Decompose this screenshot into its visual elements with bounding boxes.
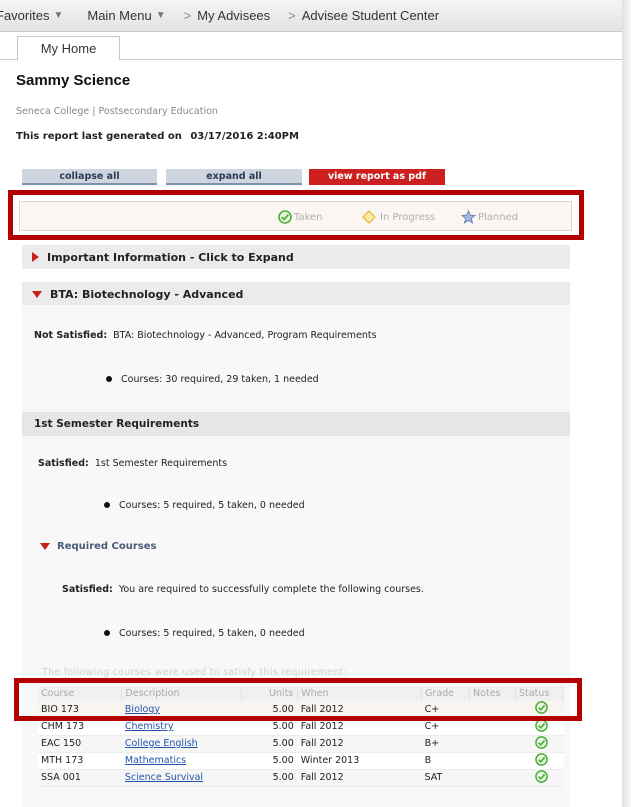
caret-down-icon [40, 543, 50, 550]
nav-advisee-student-center[interactable]: > Advisee Student Center [282, 8, 439, 23]
nav-my-advisees-label: My Advisees [197, 8, 271, 23]
course-when: Fall 2012 [297, 769, 422, 787]
tab-my-home[interactable]: My Home [17, 36, 120, 60]
bullet-icon [104, 501, 110, 508]
course-description-link[interactable]: College English [121, 735, 242, 753]
required-courses-text: Courses: 5 required, 5 taken, 0 needed [119, 628, 305, 639]
bullet-icon [104, 629, 110, 636]
semester-courses-item: Courses: 5 required, 5 taken, 0 needed [104, 500, 305, 511]
course-units: 5.00 [241, 735, 298, 753]
required-satisfied-label: Satisfied: [62, 584, 113, 595]
course-when: Fall 2012 [297, 735, 422, 753]
check-circle-icon [534, 752, 548, 766]
caret-right-icon [32, 252, 39, 262]
required-satisfied-text: You are required to successfully complet… [118, 584, 424, 595]
check-circle-icon [534, 735, 548, 749]
semester-satisfied-text: 1st Semester Requirements [94, 458, 228, 469]
used-to-satisfy-text: The following courses were used to satis… [42, 667, 347, 678]
highlight-box-table-header [14, 678, 582, 721]
breadcrumb-separator: > [288, 8, 296, 23]
courses-needed-item: Courses: 30 required, 29 taken, 1 needed [106, 374, 319, 385]
not-satisfied-label: Not Satisfied: [34, 330, 108, 341]
course-grade: B+ [421, 735, 470, 753]
course-code: MTH 173 [38, 752, 122, 770]
course-units: 5.00 [241, 752, 298, 770]
important-info-section[interactable]: Important Information - Click to Expand [22, 245, 570, 269]
course-status [515, 752, 564, 770]
institution-label: Seneca College | Postsecondary Education [16, 106, 218, 117]
table-row: SSA 001 Science Survival 5.00 Fall 2012 … [38, 769, 564, 787]
nav-my-advisees[interactable]: > My Advisees [178, 8, 271, 23]
course-grade: SAT [421, 769, 470, 787]
course-description-link[interactable]: Science Survival [121, 769, 242, 787]
important-info-label: Important Information - Click to Expand [47, 250, 294, 264]
bta-section-label: BTA: Biotechnology - Advanced [50, 287, 244, 301]
breadcrumb-separator: > [183, 8, 192, 23]
course-code: SSA 001 [38, 769, 122, 787]
not-satisfied-line: Not Satisfied: BTA: Biotechnology - Adva… [34, 330, 377, 341]
check-circle-icon [534, 769, 548, 783]
semester-satisfied-line: Satisfied: 1st Semester Requirements [38, 458, 227, 469]
report-generated-label: This report last generated on [16, 131, 182, 142]
required-courses-item: Courses: 5 required, 5 taken, 0 needed [104, 628, 305, 639]
report-generated-line: This report last generated on 03/17/2016… [16, 131, 299, 142]
nav-favorites[interactable]: Favorites ▼ [0, 8, 63, 23]
course-notes [469, 735, 516, 753]
required-courses-header[interactable]: Required Courses [40, 541, 157, 552]
top-nav-bar: Favorites ▼ Main Menu ▼ > My Advisees > … [0, 0, 622, 32]
student-name: Sammy Science [16, 72, 131, 89]
collapse-all-button[interactable]: collapse all [22, 169, 157, 185]
bta-section-header[interactable]: BTA: Biotechnology - Advanced [22, 282, 570, 306]
view-report-pdf-button[interactable]: view report as pdf [309, 169, 445, 185]
highlight-box-legend [8, 190, 584, 240]
expand-all-button[interactable]: expand all [166, 169, 302, 185]
bullet-icon [106, 375, 112, 382]
course-status [515, 735, 564, 753]
course-code: EAC 150 [38, 735, 122, 753]
nav-favorites-label: Favorites [0, 8, 50, 23]
table-row: EAC 150 College English 5.00 Fall 2012 B… [38, 735, 564, 753]
course-notes [469, 769, 516, 787]
not-satisfied-text: BTA: Biotechnology - Advanced, Program R… [113, 330, 377, 341]
caret-down-icon [32, 290, 42, 298]
chevron-down-icon: ▼ [155, 10, 166, 21]
chevron-down-icon: ▼ [53, 10, 64, 21]
course-grade: B [421, 752, 470, 770]
course-status [515, 769, 564, 787]
required-courses-label: Required Courses [57, 541, 157, 552]
courses-needed-text: Courses: 30 required, 29 taken, 1 needed [121, 374, 319, 385]
report-generated-date: 03/17/2016 2:40PM [190, 131, 299, 142]
course-units: 5.00 [241, 769, 298, 787]
table-row: MTH 173 Mathematics 5.00 Winter 2013 B [38, 752, 564, 770]
course-description-link[interactable]: Mathematics [121, 752, 242, 770]
course-when: Winter 2013 [297, 752, 422, 770]
semester-courses-text: Courses: 5 required, 5 taken, 0 needed [119, 500, 305, 511]
nav-advisee-student-center-label: Advisee Student Center [301, 8, 440, 23]
semester-requirements-header[interactable]: 1st Semester Requirements [22, 412, 570, 436]
page-edge-shadow [622, 0, 631, 807]
nav-main-menu-label: Main Menu [87, 8, 152, 23]
course-notes [469, 752, 516, 770]
required-satisfied-line: Satisfied: You are required to successfu… [62, 584, 424, 595]
nav-main-menu[interactable]: Main Menu ▼ [87, 8, 165, 23]
semester-satisfied-label: Satisfied: [38, 458, 89, 469]
